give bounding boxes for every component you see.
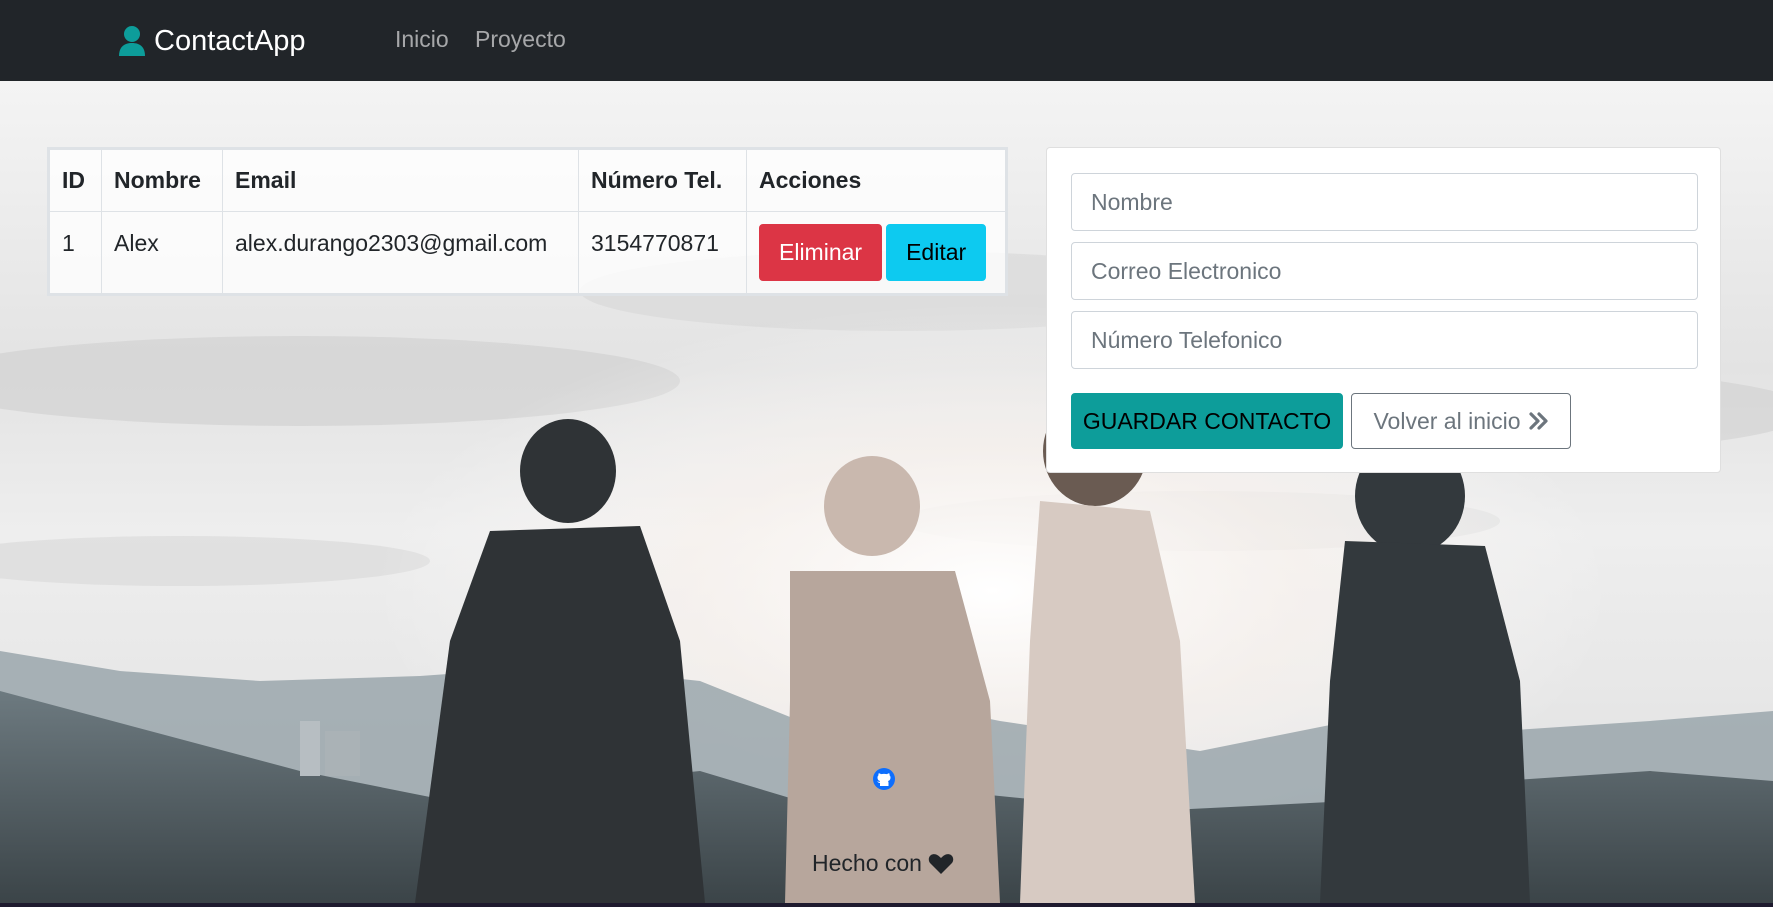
double-chevron-right-icon xyxy=(1528,412,1548,430)
edit-button[interactable]: Editar xyxy=(886,224,987,281)
cell-acciones: Eliminar Editar xyxy=(746,211,1006,294)
heart-icon xyxy=(928,853,954,874)
nombre-input[interactable] xyxy=(1071,173,1698,231)
back-home-button[interactable]: Volver al inicio xyxy=(1351,393,1571,449)
contacts-table: ID Nombre Email Número Tel. Acciones 1 A… xyxy=(49,149,1006,294)
nav-link-proyecto[interactable]: Proyecto xyxy=(475,26,566,53)
contact-form-card: GUARDAR CONTACTO Volver al inicio xyxy=(1046,147,1721,473)
header-acciones: Acciones xyxy=(746,149,1006,212)
cell-email: alex.durango2303@gmail.com xyxy=(222,211,579,294)
table-header-row: ID Nombre Email Número Tel. Acciones xyxy=(49,149,1006,212)
top-navbar: ContactApp Inicio Proyecto xyxy=(0,0,1773,81)
nav-link-inicio[interactable]: Inicio xyxy=(395,26,449,53)
delete-button[interactable]: Eliminar xyxy=(759,224,883,281)
footer-credit: Hecho con xyxy=(812,850,954,877)
table-row: 1 Alex alex.durango2303@gmail.com 315477… xyxy=(49,211,1006,294)
footer-text: Hecho con xyxy=(812,850,922,876)
back-home-label: Volver al inicio xyxy=(1373,408,1521,434)
github-icon xyxy=(873,768,895,790)
contacts-table-container: ID Nombre Email Número Tel. Acciones 1 A… xyxy=(47,147,1008,296)
header-nombre: Nombre xyxy=(101,149,223,212)
cell-numero: 3154770871 xyxy=(578,211,747,294)
header-numero: Número Tel. xyxy=(578,149,747,212)
save-contact-button[interactable]: GUARDAR CONTACTO xyxy=(1071,393,1343,449)
header-id: ID xyxy=(49,149,102,212)
github-link[interactable] xyxy=(872,767,896,791)
brand-label: ContactApp xyxy=(154,24,306,57)
bottom-edge xyxy=(0,903,1773,907)
header-email: Email xyxy=(222,149,579,212)
cell-nombre: Alex xyxy=(101,211,223,294)
numero-input[interactable] xyxy=(1071,311,1698,369)
user-icon xyxy=(119,26,145,56)
cell-id: 1 xyxy=(49,211,102,294)
correo-input[interactable] xyxy=(1071,242,1698,300)
brand-link[interactable]: ContactApp xyxy=(118,22,306,60)
